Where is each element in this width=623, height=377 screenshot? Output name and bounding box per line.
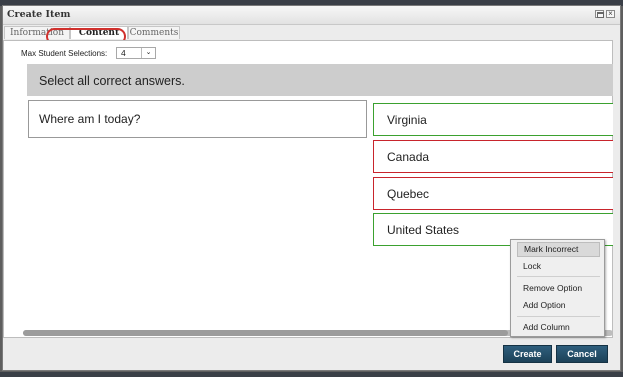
menu-separator — [517, 276, 600, 277]
menu-item-add-column[interactable]: Add Column — [517, 320, 600, 335]
menu-item-remove-option[interactable]: Remove Option — [517, 281, 600, 296]
question-text: Where am I today? — [39, 112, 141, 126]
menu-item-lock[interactable]: Lock — [517, 259, 600, 274]
answer-option-virginia[interactable]: Virginia — [373, 103, 613, 136]
max-selections-label: Max Student Selections: — [21, 49, 108, 58]
backdrop — [0, 372, 623, 377]
maximize-icon[interactable] — [595, 10, 604, 18]
tab-comments[interactable]: Comments — [128, 26, 180, 39]
max-selections-value: 4 — [121, 48, 126, 58]
instruction-text: Select all correct answers. — [39, 74, 185, 88]
answer-option-text: Quebec — [387, 187, 430, 201]
dialog-titlebar: Create Item × — [3, 6, 620, 25]
instruction-bar: Select all correct answers. — [27, 64, 613, 96]
menu-separator — [517, 316, 600, 317]
answer-option-text: Canada — [387, 150, 430, 164]
answer-option-text: United States — [387, 223, 460, 237]
menu-item-add-option[interactable]: Add Option — [517, 298, 600, 313]
answer-option-text: Virginia — [387, 113, 427, 127]
max-selections-select[interactable]: 4 ⌄ — [116, 47, 156, 59]
scrollbar-thumb[interactable] — [23, 330, 508, 336]
answer-option-quebec[interactable]: Quebec — [373, 177, 613, 210]
context-menu: Mark Incorrect Lock Remove Option Add Op… — [510, 239, 605, 337]
dialog-title: Create Item — [7, 9, 71, 20]
cancel-button[interactable]: Cancel — [556, 345, 608, 363]
chevron-down-icon: ⌄ — [141, 48, 155, 58]
close-icon[interactable]: × — [606, 10, 615, 18]
create-button[interactable]: Create — [503, 345, 552, 363]
menu-item-mark-incorrect[interactable]: Mark Incorrect — [517, 242, 600, 257]
answer-option-canada[interactable]: Canada — [373, 140, 613, 173]
question-box[interactable]: Where am I today? — [28, 100, 367, 138]
